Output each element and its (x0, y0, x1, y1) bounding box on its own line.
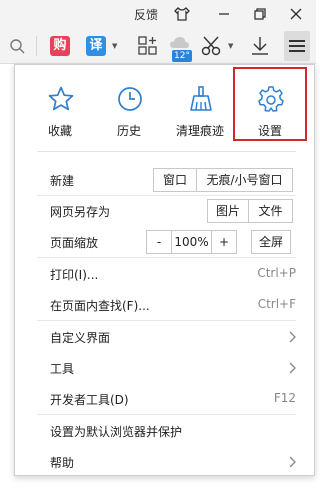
browser-toolbar: 购 译 ▼ ▼ (0, 28, 316, 64)
menu-save-as-label: 网页另存为 (50, 205, 111, 219)
zoom-controls: - 100% + (146, 230, 237, 254)
save-as-group: 图片 文件 (207, 199, 293, 223)
zoom-level-value: 100% (171, 231, 211, 253)
menu-item-customize[interactable]: 自定义界面 (15, 321, 314, 353)
broom-icon (190, 86, 212, 111)
download-icon[interactable] (248, 34, 272, 58)
close-icon[interactable] (286, 4, 306, 24)
quick-clear-traces[interactable]: 清理痕迹 (165, 67, 235, 141)
menu-help-label: 帮助 (50, 456, 75, 470)
new-window-group: 窗口 无痕/小号窗口 (153, 168, 293, 192)
save-file-button[interactable]: 文件 (248, 200, 292, 222)
quick-settings-label: 设置 (257, 124, 282, 138)
menu-row-zoom: 页面缩放 - 100% + 全屏 (15, 226, 314, 258)
minimize-icon[interactable] (214, 4, 234, 24)
translate-badge-icon: 译 (86, 36, 106, 56)
new-private-window-button[interactable]: 无痕/小号窗口 (196, 169, 292, 191)
quick-favorites-label: 收藏 (47, 124, 72, 138)
scissors-icon (201, 36, 221, 56)
chevron-down-icon: ▼ (228, 42, 234, 50)
menu-default-browser-label: 设置为默认浏览器并保护 (50, 425, 183, 439)
new-window-button[interactable]: 窗口 (154, 169, 196, 191)
menu-item-default-browser[interactable]: 设置为默认浏览器并保护 (15, 415, 314, 447)
menu-item-print[interactable]: 打印(I)... Ctrl+P (15, 258, 314, 290)
menu-devtools-shortcut: F12 (273, 391, 296, 405)
menu-item-find[interactable]: 在页面内查找(F)... Ctrl+F (15, 289, 314, 321)
clock-icon (118, 87, 142, 111)
menu-row-save-as: 网页另存为 图片 文件 (15, 195, 314, 227)
quick-settings[interactable]: 设置 (233, 67, 307, 141)
screenshot-button[interactable]: ▼ (200, 34, 236, 58)
feedback-link[interactable]: 反馈 (134, 6, 158, 23)
zoom-in-button[interactable]: + (211, 231, 236, 253)
menu-find-label: 在页面内查找(F)... (50, 299, 150, 313)
quick-history[interactable]: 历史 (94, 67, 164, 141)
weather-temperature: 12° (172, 50, 192, 62)
chevron-right-icon (289, 362, 296, 374)
title-bar: 反馈 (0, 0, 316, 28)
shop-badge-icon: 购 (50, 36, 70, 56)
main-menu-panel: 收藏 历史 清理痕迹 设置 新建 窗口 无痕/小号窗口 网页另存为 图片 文件 … (14, 64, 315, 476)
menu-item-tools[interactable]: 工具 (15, 352, 314, 384)
fullscreen-button[interactable]: 全屏 (251, 230, 291, 254)
quick-favorites[interactable]: 收藏 (25, 67, 95, 141)
menu-customize-label: 自定义界面 (50, 331, 111, 345)
quick-clear-traces-label: 清理痕迹 (175, 124, 224, 138)
shop-button[interactable]: 购 (48, 34, 72, 58)
search-icon[interactable] (8, 34, 28, 58)
tshirt-icon[interactable] (172, 4, 192, 24)
chevron-right-icon (289, 331, 296, 343)
translate-button[interactable]: 译 ▼ (84, 34, 120, 58)
menu-devtools-label: 开发者工具(D) (50, 393, 129, 407)
star-icon (48, 86, 74, 111)
menu-zoom-label: 页面缩放 (50, 236, 99, 250)
apps-grid-icon[interactable] (136, 34, 160, 58)
menu-tools-label: 工具 (50, 362, 75, 376)
quick-history-label: 历史 (116, 124, 141, 138)
menu-new-label: 新建 (50, 174, 75, 188)
hamburger-menu-icon[interactable] (284, 31, 310, 61)
restore-icon[interactable] (250, 4, 270, 24)
menu-find-shortcut: Ctrl+F (257, 297, 296, 311)
menu-item-help[interactable]: 帮助 (15, 446, 314, 478)
menu-divider (37, 151, 296, 152)
menu-print-shortcut: Ctrl+P (257, 266, 296, 280)
save-image-button[interactable]: 图片 (208, 200, 248, 222)
zoom-out-button[interactable]: - (147, 231, 171, 253)
menu-print-label: 打印(I)... (50, 268, 99, 282)
menu-item-devtools[interactable]: 开发者工具(D) F12 (15, 383, 314, 415)
menu-row-new: 新建 窗口 无痕/小号窗口 (15, 164, 314, 196)
chevron-right-icon (289, 456, 296, 468)
chevron-down-icon: ▼ (112, 42, 118, 50)
toolbar-divider (36, 36, 37, 56)
gear-icon (258, 86, 284, 112)
